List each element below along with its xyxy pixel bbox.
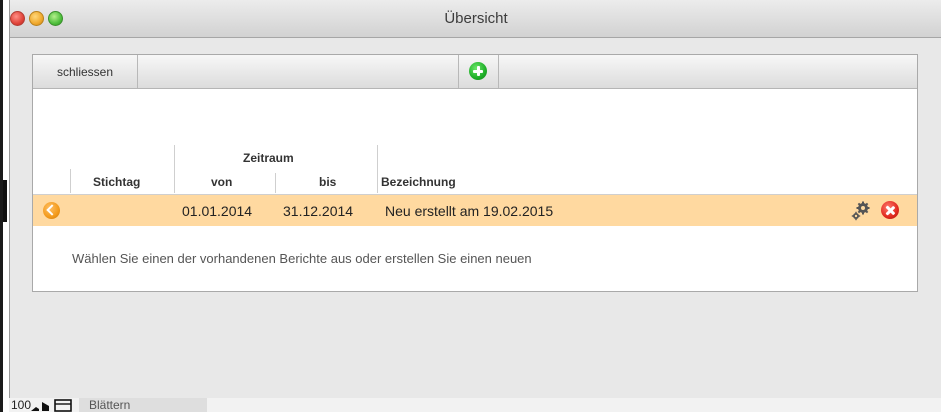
delete-icon[interactable] xyxy=(881,201,899,219)
toolbar-divider xyxy=(458,55,459,88)
header-bezeichnung: Bezeichnung xyxy=(381,175,456,189)
cell-bis: 31.12.2014 xyxy=(283,203,354,219)
status-bar: 100 Blättern xyxy=(9,398,941,412)
column-divider xyxy=(275,173,276,193)
cell-bezeichnung: Neu erstellt am 19.02.2015 xyxy=(385,203,554,219)
cell-von: 01.01.2014 xyxy=(182,203,253,219)
window-title: Übersicht xyxy=(444,10,508,27)
title-bar[interactable]: Übersicht xyxy=(10,0,941,38)
overview-panel: schliessen Stichtag Zeitraum von bis Bez… xyxy=(32,54,918,292)
header-zeitraum: Zeitraum xyxy=(243,151,294,165)
zoom-level[interactable]: 100 xyxy=(9,398,31,412)
table-row[interactable]: 01.01.2014 31.12.2014 Neu erstellt am 19… xyxy=(33,195,917,226)
layout-mode-icons[interactable] xyxy=(30,399,74,412)
header-bis: bis xyxy=(319,175,337,189)
window: Übersicht schliessen Stichtag Zeitraum v… xyxy=(9,0,941,398)
arrow-left-icon[interactable] xyxy=(43,202,60,219)
header-von: von xyxy=(211,175,233,189)
toolbar-divider xyxy=(498,55,499,88)
header-stichtag: Stichtag xyxy=(93,175,141,189)
column-divider xyxy=(70,169,71,193)
hint-text: Wählen Sie einen der vorhandenen Bericht… xyxy=(72,251,532,266)
background-window-edge xyxy=(0,0,9,412)
browse-mode-button[interactable]: Blättern xyxy=(79,398,207,412)
column-divider xyxy=(174,145,175,193)
column-divider xyxy=(377,145,378,193)
close-button[interactable]: schliessen xyxy=(33,55,138,88)
toolbar: schliessen xyxy=(33,55,917,89)
add-report-icon[interactable] xyxy=(469,62,487,80)
gear-icon[interactable] xyxy=(850,200,872,222)
